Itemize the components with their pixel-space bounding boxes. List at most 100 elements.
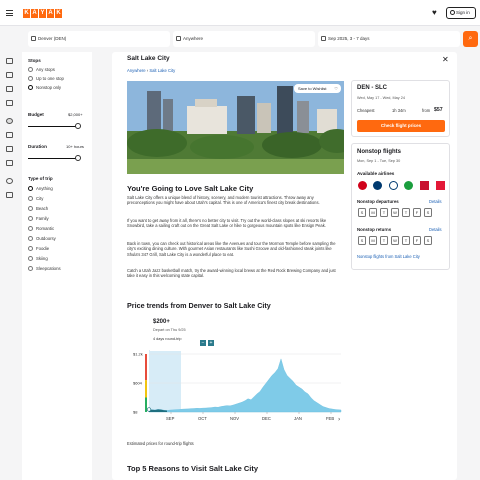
day-toggle[interactable]: F	[413, 236, 421, 245]
trip-type-option[interactable]: Sleepcations	[28, 266, 61, 271]
trip-type-label: Romantic	[36, 226, 55, 231]
day-toggle[interactable]: W	[391, 236, 399, 245]
language-icon[interactable]	[6, 178, 13, 184]
minus-button[interactable]: −	[200, 340, 206, 346]
stops-option[interactable]: Nonstop only	[28, 85, 61, 90]
packages-icon[interactable]	[6, 100, 13, 106]
day-toggle[interactable]: W	[391, 208, 399, 217]
flights-icon[interactable]	[6, 58, 13, 64]
check-flight-prices-button[interactable]: Check flight prices	[357, 120, 445, 132]
budget-title: Budget	[28, 112, 44, 117]
trip-type-option[interactable]: Outdoorsy	[28, 236, 56, 241]
day-toggle[interactable]: F	[413, 208, 421, 217]
budget-slider-handle[interactable]	[75, 123, 81, 129]
day-toggle[interactable]: T	[380, 236, 388, 245]
dates-value: Sep 2025, 3 - 7 days	[328, 36, 370, 41]
duration-slider[interactable]	[28, 158, 80, 159]
day-toggle[interactable]: M	[369, 208, 377, 217]
origin-value: Denver (DEN)	[38, 36, 67, 41]
selected-point[interactable]	[146, 407, 152, 412]
kayak-logo[interactable]: K A Y A K	[23, 9, 62, 18]
reasons-city: Salt Lake City	[208, 464, 259, 473]
radio-selected-icon	[28, 85, 33, 90]
search-button[interactable]: ⌕	[463, 31, 478, 47]
trip-type-label: Foodie	[36, 246, 50, 251]
day-toggle[interactable]: T	[402, 236, 410, 245]
y-tick-label: $604	[133, 381, 143, 386]
feedback-icon[interactable]	[6, 192, 13, 198]
x-tick-label: OCT	[198, 416, 207, 421]
chart-next-icon[interactable]: ›	[338, 416, 340, 423]
departures-details-link[interactable]: Details	[429, 199, 442, 204]
day-toggle[interactable]: M	[369, 236, 377, 245]
heart-icon[interactable]: ♥	[432, 8, 437, 17]
breadcrumb-current[interactable]: Salt Lake City	[149, 68, 175, 73]
radio-icon	[28, 266, 33, 271]
duration-title: Duration	[28, 144, 47, 149]
trip-type-option[interactable]: Skiing	[28, 256, 48, 261]
logo-letter: K	[23, 9, 30, 18]
stops-option[interactable]: Any stops	[28, 67, 55, 72]
trips-icon[interactable]	[6, 132, 13, 138]
business-icon[interactable]	[6, 160, 13, 166]
dates-field[interactable]: Sep 2025, 3 - 7 days	[318, 31, 460, 47]
cars-icon[interactable]	[6, 86, 13, 92]
user-icon	[450, 10, 455, 15]
deals-icon[interactable]	[6, 146, 13, 152]
trip-type-option[interactable]: Foodie	[28, 246, 49, 251]
trip-type-option[interactable]: Romantic	[28, 226, 54, 231]
radio-icon	[28, 236, 33, 241]
day-toggle[interactable]: S	[424, 236, 432, 245]
airline-logo-icon	[358, 181, 367, 190]
airline-logo-icon	[420, 181, 429, 190]
reasons-heading: Top 5 Reasons to Visit Salt Lake City	[127, 464, 258, 473]
breadcrumb-link[interactable]: Anywhere	[127, 68, 146, 73]
flight-price: $57	[434, 107, 443, 113]
stops-option-label: Nonstop only	[36, 85, 62, 90]
origin-field[interactable]: Denver (DEN)	[28, 31, 170, 47]
heading-city: Salt Lake City	[204, 184, 254, 193]
trip-type-option[interactable]: City	[28, 196, 43, 201]
radio-icon	[28, 76, 33, 81]
departures-title: Nonstop departures	[357, 199, 399, 204]
airline-logo-icon	[404, 181, 413, 190]
price-tooltip: $200+ Depart on Thu 9/25 4 days round-tr…	[150, 319, 220, 351]
nonstop-title: Nonstop flights	[357, 149, 401, 155]
duration-value: 10+ hours	[66, 144, 84, 149]
destination-value: Anywhere	[183, 36, 204, 41]
trip-type-option[interactable]: Beach	[28, 206, 48, 211]
plus-button[interactable]: +	[208, 340, 214, 346]
left-nav-rail	[0, 52, 20, 480]
stops-option-label: Any stops	[36, 67, 55, 72]
route-dates: Wed, May 17 - Wed, May 24	[357, 96, 405, 100]
day-toggle[interactable]: S	[358, 208, 366, 217]
menu-icon[interactable]	[6, 10, 13, 16]
logo-letter: A	[31, 9, 38, 18]
returns-details-link[interactable]: Details	[429, 227, 442, 232]
trip-type-label: Anything	[36, 186, 53, 191]
trip-type-option[interactable]: Anything	[28, 186, 53, 191]
sign-in-button[interactable]: Sign in	[446, 7, 476, 19]
budget-slider[interactable]	[28, 126, 80, 127]
nonstop-flights-link[interactable]: Nonstop flights from Salt Lake City	[357, 254, 420, 259]
budget-value: $2,000+	[68, 112, 83, 117]
selected-range-highlight	[149, 350, 181, 412]
stays-icon[interactable]	[6, 72, 13, 78]
save-to-wishlist-button[interactable]: Save to Wishlist ♡	[294, 84, 341, 93]
day-toggle[interactable]: S	[424, 208, 432, 217]
day-toggle[interactable]: T	[380, 208, 388, 217]
close-icon[interactable]: ✕	[442, 55, 449, 64]
sign-in-label: Sign in	[456, 10, 470, 15]
duration-slider-handle[interactable]	[75, 155, 81, 161]
x-tick-label: DEC	[262, 416, 271, 421]
nonstop-dates: Mon, Sep 1 - Tue, Sep 30	[357, 159, 401, 163]
trip-type-label: City	[36, 196, 44, 201]
radio-icon	[28, 256, 33, 261]
trip-type-option[interactable]: Family	[28, 216, 49, 221]
logo-letter: A	[47, 9, 54, 18]
explore-icon[interactable]	[6, 118, 13, 124]
destination-field[interactable]: Anywhere	[173, 31, 315, 47]
day-toggle[interactable]: S	[358, 236, 366, 245]
stops-option[interactable]: Up to one stop	[28, 76, 64, 81]
day-toggle[interactable]: T	[402, 208, 410, 217]
